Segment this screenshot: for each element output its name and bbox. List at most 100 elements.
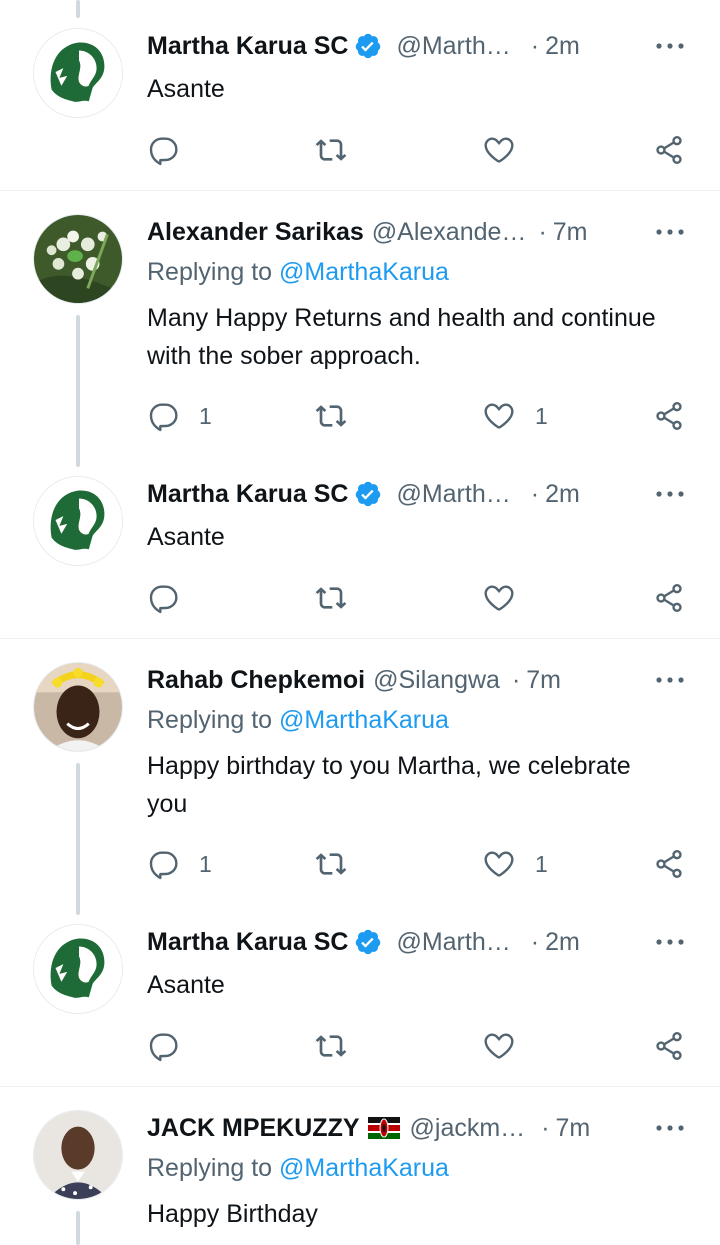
- timestamp[interactable]: 7m: [553, 218, 588, 247]
- timestamp[interactable]: 2m: [545, 480, 580, 509]
- retweet-button[interactable]: [315, 396, 347, 436]
- more-horizontal-icon[interactable]: [654, 668, 686, 692]
- timestamp[interactable]: 7m: [556, 1114, 591, 1143]
- tweet-text: Asante: [147, 523, 225, 551]
- heart-icon: [484, 851, 514, 877]
- share-button[interactable]: [653, 1026, 685, 1066]
- thread-line: [76, 1211, 80, 1245]
- timestamp[interactable]: 2m: [545, 32, 580, 61]
- verified-badge-icon: [354, 32, 382, 60]
- retweet-button[interactable]: [315, 1026, 347, 1066]
- avatar[interactable]: [33, 476, 123, 566]
- tweet-header: Alexander Sarikas @Alexande… · 7m: [147, 214, 647, 250]
- tweet-text: Asante: [147, 75, 225, 103]
- like-button[interactable]: 1: [483, 396, 548, 436]
- timestamp[interactable]: 7m: [526, 666, 561, 695]
- separator-dot: ·: [530, 31, 540, 60]
- author-handle[interactable]: @Marth…: [396, 928, 510, 957]
- like-button[interactable]: [483, 1026, 535, 1066]
- share-button[interactable]: [653, 396, 685, 436]
- heart-icon: [484, 137, 514, 163]
- reply-count: 1: [199, 850, 212, 877]
- tweet-actions: [147, 130, 687, 170]
- author-name[interactable]: JACK MPEKUZZY: [147, 1114, 360, 1143]
- like-count: 1: [535, 402, 548, 429]
- divider: [0, 638, 720, 639]
- share-icon: [656, 1032, 682, 1060]
- share-button[interactable]: [653, 130, 685, 170]
- tweet-actions: [147, 1026, 687, 1066]
- reply-button[interactable]: [147, 130, 199, 170]
- avatar[interactable]: [33, 1110, 123, 1200]
- separator-dot: ·: [541, 1113, 550, 1142]
- author-name[interactable]: Martha Karua SC: [147, 480, 348, 509]
- tweet-header: Martha Karua SC @Marth… · 2m: [147, 28, 647, 64]
- reply-button[interactable]: [147, 578, 199, 618]
- author-handle[interactable]: @Marth…: [396, 32, 510, 61]
- like-button[interactable]: 1: [483, 844, 548, 884]
- tweet-text: Happy Birthday: [147, 1200, 318, 1228]
- separator-dot: ·: [530, 479, 540, 508]
- kenya-flag-icon: [367, 1117, 400, 1139]
- retweet-button[interactable]: [315, 130, 347, 170]
- reply-button[interactable]: 1: [147, 844, 212, 884]
- author-handle[interactable]: @jackm…: [410, 1114, 526, 1143]
- reply-button[interactable]: [147, 1026, 199, 1066]
- separator-dot: ·: [530, 927, 540, 956]
- avatar[interactable]: [33, 924, 123, 1014]
- timestamp[interactable]: 2m: [545, 928, 580, 957]
- mention-link[interactable]: @MarthaKarua: [279, 258, 449, 286]
- retweet-icon: [315, 139, 347, 161]
- reply-button[interactable]: 1: [147, 396, 212, 436]
- tweet-text: Asante: [147, 971, 225, 999]
- mention-link[interactable]: @MarthaKarua: [279, 706, 449, 734]
- mention-link[interactable]: @MarthaKarua: [279, 1154, 449, 1182]
- verified-badge-icon: [354, 928, 382, 956]
- more-horizontal-icon[interactable]: [654, 34, 686, 58]
- avatar[interactable]: [33, 28, 123, 118]
- avatar[interactable]: [33, 662, 123, 752]
- retweet-button[interactable]: [315, 844, 347, 884]
- share-icon: [656, 850, 682, 878]
- heart-icon: [484, 1033, 514, 1059]
- tweet-actions: 1 1: [147, 844, 687, 884]
- tweet-header: Rahab Chepkemoi @Silangwa · 7m: [147, 662, 647, 698]
- share-button[interactable]: [653, 578, 685, 618]
- heart-icon: [484, 585, 514, 611]
- thread-line: [76, 0, 80, 18]
- more-horizontal-icon[interactable]: [654, 930, 686, 954]
- share-icon: [656, 402, 682, 430]
- avatar[interactable]: [33, 214, 123, 304]
- retweet-icon: [315, 587, 347, 609]
- share-button[interactable]: [653, 844, 685, 884]
- tweet-header: Martha Karua SC @Marth… · 2m: [147, 476, 647, 512]
- reply-icon: [149, 585, 178, 614]
- author-name[interactable]: Martha Karua SC: [147, 928, 348, 957]
- thread-line: [76, 763, 80, 915]
- tweet-actions: [147, 578, 687, 618]
- more-horizontal-icon[interactable]: [654, 220, 686, 244]
- replying-label: Replying to: [147, 258, 273, 286]
- replying-label: Replying to: [147, 706, 273, 734]
- more-horizontal-icon[interactable]: [654, 1116, 686, 1140]
- author-name[interactable]: Martha Karua SC: [147, 32, 348, 61]
- author-name[interactable]: Alexander Sarikas: [147, 218, 364, 247]
- author-handle[interactable]: @Alexande…: [372, 218, 527, 247]
- author-name[interactable]: Rahab Chepkemoi: [147, 666, 365, 695]
- share-icon: [656, 136, 682, 164]
- replying-label: Replying to: [147, 1154, 273, 1182]
- tweet-text: Many Happy Returns and health and contin…: [147, 304, 656, 370]
- reply-icon: [149, 1033, 178, 1062]
- more-horizontal-icon[interactable]: [654, 482, 686, 506]
- retweet-icon: [315, 853, 347, 875]
- retweet-button[interactable]: [315, 578, 347, 618]
- heart-icon: [484, 403, 514, 429]
- reply-count: 1: [199, 402, 212, 429]
- tweet-header: Martha Karua SC @Marth… · 2m: [147, 924, 647, 960]
- like-button[interactable]: [483, 578, 535, 618]
- like-button[interactable]: [483, 130, 535, 170]
- tweet-actions: 1 1: [147, 396, 687, 436]
- author-handle[interactable]: @Silangwa: [373, 666, 500, 695]
- replying-to: Replying to @MarthaKarua: [147, 258, 449, 287]
- author-handle[interactable]: @Marth…: [396, 480, 510, 509]
